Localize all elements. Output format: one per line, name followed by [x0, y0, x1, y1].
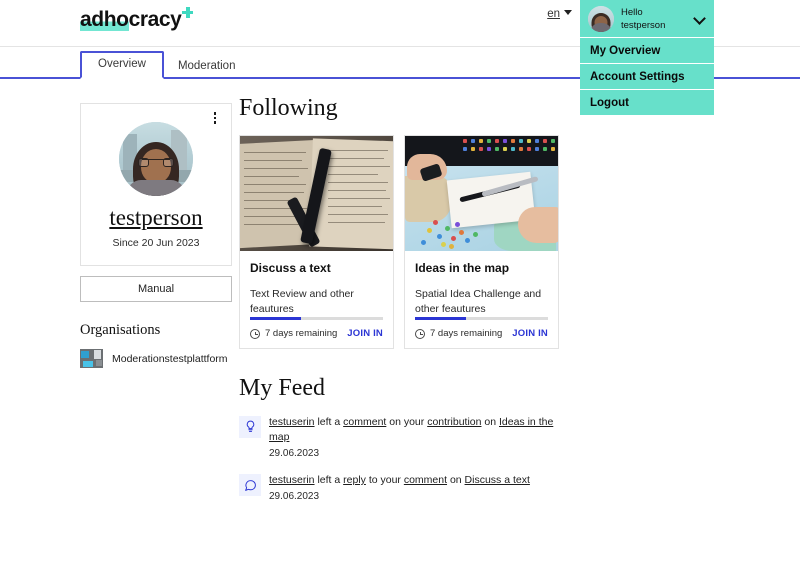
progress-bar — [415, 317, 548, 321]
feed-target-link[interactable]: Discuss a text — [465, 474, 530, 486]
my-feed: My Feed testuserin left a comment on you… — [239, 375, 569, 502]
manual-button[interactable]: Manual — [80, 276, 232, 303]
user-menu: Hello testperson My Overview Account Set… — [580, 0, 714, 115]
feed-object-link-1[interactable]: comment — [343, 416, 386, 428]
card-footer: 7 days remaining JOIN IN — [240, 317, 393, 348]
user-name: testperson — [621, 19, 666, 31]
card-title: Ideas in the map — [415, 260, 510, 275]
progress-bar — [250, 317, 383, 321]
logo-text-highlighted: adho — [80, 8, 129, 31]
join-in-button[interactable]: JOIN IN — [512, 328, 548, 339]
feed-actor-link[interactable]: testuserin — [269, 416, 315, 428]
following-title: Following — [239, 95, 338, 121]
lightbulb-icon — [239, 415, 261, 438]
more-vertical-icon[interactable] — [209, 112, 221, 126]
user-menu-trigger[interactable]: Hello testperson — [580, 0, 714, 37]
logo-text: cracy — [128, 8, 182, 31]
my-feed-title: My Feed — [239, 375, 325, 402]
feed-object-link-2[interactable]: contribution — [427, 416, 481, 428]
profile-name[interactable]: testperson — [91, 205, 221, 230]
feed-actor-link[interactable]: testuserin — [269, 474, 315, 486]
clock-icon — [415, 328, 425, 339]
feed-text-3: on — [481, 415, 499, 428]
menu-item-account-settings[interactable]: Account Settings — [580, 63, 714, 89]
language-selector[interactable]: en — [547, 8, 572, 20]
book-and-pen-photo — [240, 135, 393, 251]
join-in-button[interactable]: JOIN IN — [347, 328, 383, 339]
time-remaining: 7 days remaining — [430, 328, 503, 340]
card-body: Discuss a text Text Review and other fea… — [240, 251, 393, 317]
feed-item-text: testuserin left a reply to your comment … — [269, 473, 530, 488]
menu-item-logout[interactable]: Logout — [580, 89, 714, 115]
profile-avatar — [119, 122, 193, 196]
user-greeting-block: Hello testperson — [621, 6, 665, 32]
project-card-ideas-in-the-map[interactable]: Ideas in the map Spatial Idea Challenge … — [404, 134, 559, 350]
card-description: Text Review and other feautures — [250, 287, 354, 315]
following-cards: Discuss a text Text Review and other fea… — [239, 134, 569, 350]
speech-bubble-icon — [239, 474, 261, 497]
feed-item-date: 29.06.2023 — [269, 491, 320, 503]
feed-object-link-2[interactable]: comment — [404, 474, 447, 486]
card-description: Spatial Idea Challenge and other feautur… — [415, 287, 542, 315]
feed-item-text: testuserin left a comment on your contri… — [269, 415, 569, 445]
project-card-discuss-a-text[interactable]: Discuss a text Text Review and other fea… — [239, 134, 394, 350]
feed-text-3: on — [447, 474, 465, 487]
feed-object-link-1[interactable]: reply — [343, 474, 366, 486]
time-remaining: 7 days remaining — [265, 328, 338, 340]
menu-item-my-overview[interactable]: My Overview — [580, 37, 714, 63]
organisations-title: Organisations — [80, 322, 161, 339]
feed-text-1: left a — [314, 474, 344, 487]
chevron-down-icon — [695, 13, 706, 24]
feed-text-2: to your — [365, 474, 404, 487]
tab-overview[interactable]: Overview — [80, 50, 164, 79]
organisation-item[interactable]: Moderationstestplattform — [80, 349, 232, 369]
caret-down-icon — [564, 10, 572, 15]
user-avatar — [588, 5, 614, 32]
sidebar: testperson Since 20 Jun 2023 Manual Orga… — [80, 103, 232, 369]
card-body: Ideas in the map Spatial Idea Challenge … — [405, 251, 558, 317]
feed-item: testuserin left a reply to your comment … — [239, 473, 569, 502]
plus-icon — [182, 7, 194, 18]
site-header: adhocracy en Hello testperson My Overvie… — [0, 0, 800, 115]
feed-item-content: testuserin left a comment on your contri… — [269, 415, 569, 459]
feed-item-content: testuserin left a reply to your comment … — [269, 473, 530, 502]
feed-item-date: 29.06.2023 — [269, 448, 320, 460]
organisation-thumbnail — [80, 349, 103, 369]
card-title: Discuss a text — [250, 260, 331, 275]
map-with-pins-photo — [405, 135, 558, 251]
site-logo[interactable]: adhocracy — [80, 7, 194, 31]
feed-text-2: on your — [386, 415, 428, 428]
organisation-name: Moderationstestplattform — [112, 352, 228, 365]
language-label: en — [547, 8, 560, 20]
feed-item: testuserin left a comment on your contri… — [239, 415, 569, 459]
tab-moderation[interactable]: Moderation — [164, 55, 250, 80]
clock-icon — [250, 328, 260, 339]
profile-card: testperson Since 20 Jun 2023 — [80, 103, 232, 267]
user-greeting: Hello — [621, 6, 643, 18]
card-footer: 7 days remaining JOIN IN — [405, 317, 558, 348]
profile-since: Since 20 Jun 2023 — [112, 237, 200, 250]
main-content: Following Discuss a text Text Review and… — [239, 95, 569, 516]
feed-text-1: left a — [314, 415, 344, 428]
